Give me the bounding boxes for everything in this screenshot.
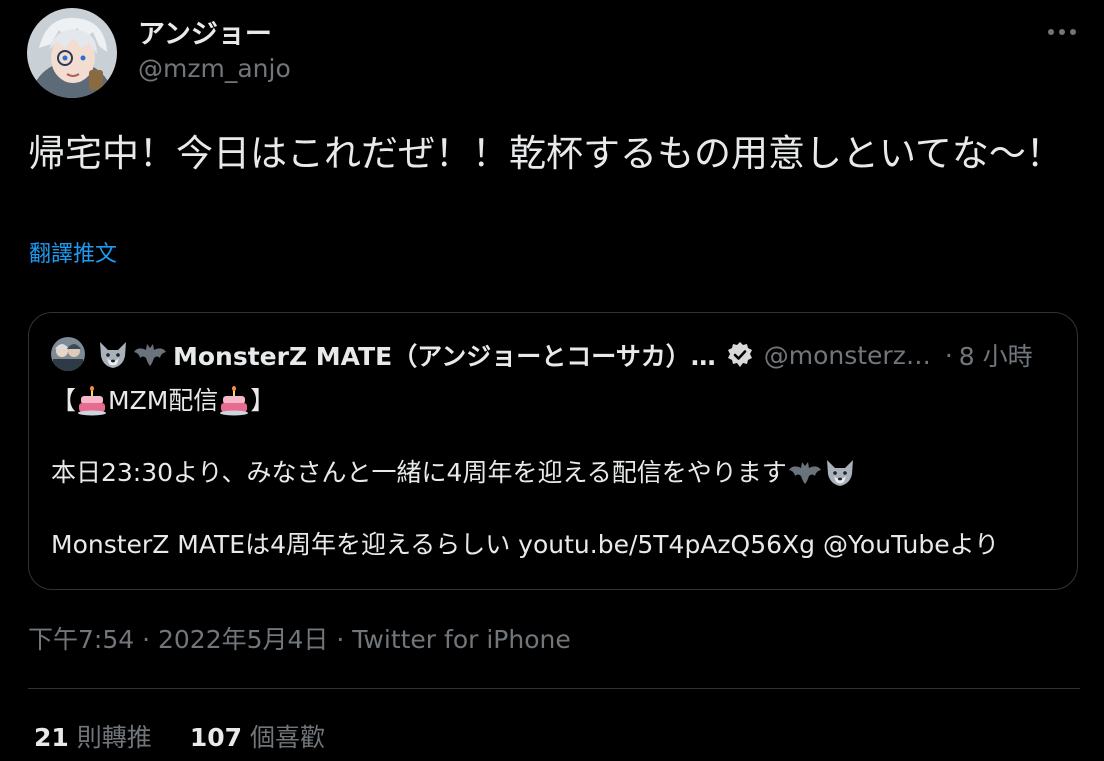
tweet-text: 帰宅中！今日はこれだぜ！！乾杯するもの用意しといてな〜！ (28, 132, 1063, 175)
quoted-separator: · (944, 340, 953, 370)
bat-emoji-icon (133, 342, 167, 368)
likes-count: 107 (189, 723, 242, 752)
quoted-title-text: MZM配信 (108, 386, 219, 415)
bat-emoji-icon (788, 460, 822, 486)
quoted-line-3: MonsterZ MATEは4周年を迎えるらしい youtu.be/5T4pAz… (51, 527, 1051, 563)
quoted-author-avatar (51, 337, 85, 371)
birthday-cake-emoji-icon (219, 386, 249, 416)
tweet-time[interactable]: 下午7:54 (28, 625, 134, 654)
tweet-meta: 下午7:54 · 2022年5月4日 · Twitter for iPhone (28, 620, 571, 656)
wolf-emoji-icon (97, 340, 129, 370)
bracket-open: 【 (51, 386, 77, 415)
likes-stat[interactable]: 107 個喜歡 (190, 718, 325, 754)
tweet-stats: 21 則轉推 107 個喜歡 (34, 718, 363, 754)
meta-separator: · (142, 625, 151, 654)
quoted-line-1: 【 MZM配信 】 (51, 383, 1051, 419)
retweets-stat[interactable]: 21 則轉推 (34, 718, 152, 754)
likes-label: 個喜歡 (250, 723, 326, 752)
more-horizontal-icon (1048, 29, 1076, 35)
author-handle[interactable]: @mzm_anjo (138, 54, 291, 83)
quoted-author-handle: @monsterz… (763, 340, 931, 370)
author-avatar[interactable] (27, 8, 117, 98)
quoted-time[interactable]: 8 小時 (959, 337, 1033, 373)
bracket-close: 】 (250, 386, 276, 415)
wolf-emoji-icon (824, 458, 856, 488)
verified-badge-icon (726, 341, 754, 369)
tweet-date[interactable]: 2022年5月4日 (158, 625, 328, 654)
author-display-name[interactable]: アンジョー (138, 12, 272, 51)
birthday-cake-emoji-icon (77, 386, 107, 416)
quoted-line-2-text: 本日23:30より、みなさんと一緒に4周年を迎える配信をやります (51, 458, 787, 487)
retweets-count: 21 (34, 723, 69, 752)
quoted-line-2: 本日23:30より、みなさんと一緒に4周年を迎える配信をやります (51, 455, 1051, 491)
quoted-tweet-body: 【 MZM配信 】 本日23:30より、みなさんと一緒に4周年を迎える配信をやり… (51, 383, 1051, 563)
tweet-source[interactable]: Twitter for iPhone (352, 625, 570, 654)
retweets-label: 則轉推 (76, 723, 152, 752)
translate-tweet-link[interactable]: 翻譯推文 (29, 236, 117, 268)
quoted-author-name[interactable]: MonsterZ MATE（アンジョーとコーサカ）… (173, 337, 716, 373)
quoted-line-3-text: MonsterZ MATEは4周年を迎えるらしい youtu.be/5T4pAz… (51, 530, 1000, 559)
meta-separator: · (336, 625, 345, 654)
quoted-tweet-card[interactable]: MonsterZ MATE（アンジョーとコーサカ）… @monsterz… · … (28, 312, 1078, 590)
divider (28, 688, 1080, 689)
more-options-button[interactable] (1040, 14, 1084, 50)
quoted-tweet-header: MonsterZ MATE（アンジョーとコーサカ）… @monsterz… · … (97, 335, 1055, 375)
